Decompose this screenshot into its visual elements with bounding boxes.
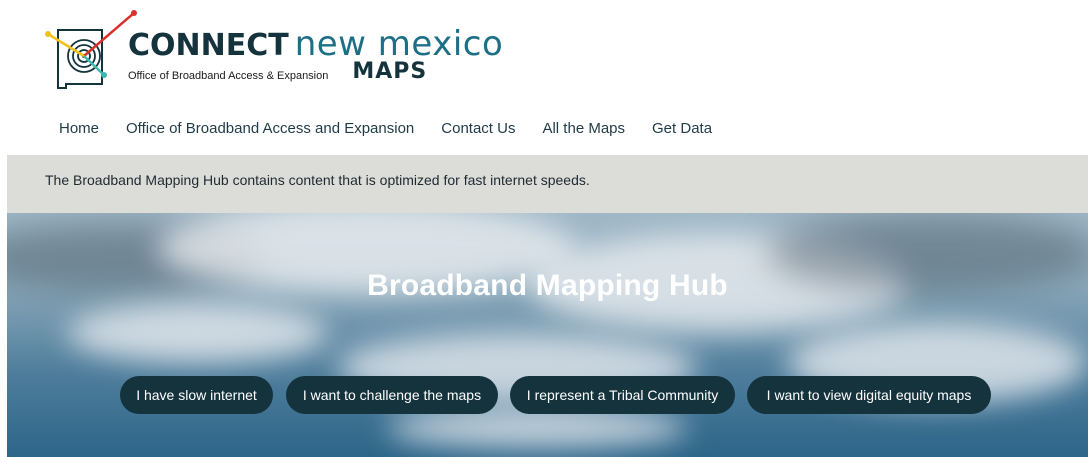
hero-section: Broadband Mapping Hub I have slow intern… — [7, 213, 1088, 457]
digital-equity-maps-button[interactable]: I want to view digital equity maps — [747, 376, 991, 414]
nav-item-home[interactable]: Home — [59, 120, 99, 137]
site-logo[interactable]: CONNECT new mexico Office of Broadband A… — [128, 24, 504, 84]
logo-product-name: MAPS — [352, 59, 428, 84]
info-banner-text: The Broadband Mapping Hub contains conte… — [45, 172, 590, 188]
site-header: CONNECT new mexico Office of Broadband A… — [0, 0, 1088, 110]
nav-item-contact[interactable]: Contact Us — [441, 120, 515, 137]
nav-item-all-maps[interactable]: All the Maps — [542, 120, 625, 137]
logo-brand-bold: CONNECT — [128, 28, 289, 63]
logo-brand-light: new mexico — [294, 24, 504, 64]
hero-title: Broadband Mapping Hub — [367, 269, 728, 302]
nav-item-get-data[interactable]: Get Data — [652, 120, 712, 137]
new-mexico-signal-logo-icon[interactable] — [44, 10, 140, 92]
main-nav: Home Office of Broadband Access and Expa… — [59, 120, 712, 137]
hero-cloud — [387, 408, 687, 448]
tribal-community-button[interactable]: I represent a Tribal Community — [510, 376, 735, 414]
info-banner: The Broadband Mapping Hub contains conte… — [7, 155, 1088, 213]
logo-office-subtitle: Office of Broadband Access & Expansion — [128, 70, 329, 82]
challenge-maps-button[interactable]: I want to challenge the maps — [286, 376, 498, 414]
nav-item-office[interactable]: Office of Broadband Access and Expansion — [126, 120, 414, 137]
slow-internet-button[interactable]: I have slow internet — [120, 376, 273, 414]
hero-cloud — [67, 303, 327, 363]
